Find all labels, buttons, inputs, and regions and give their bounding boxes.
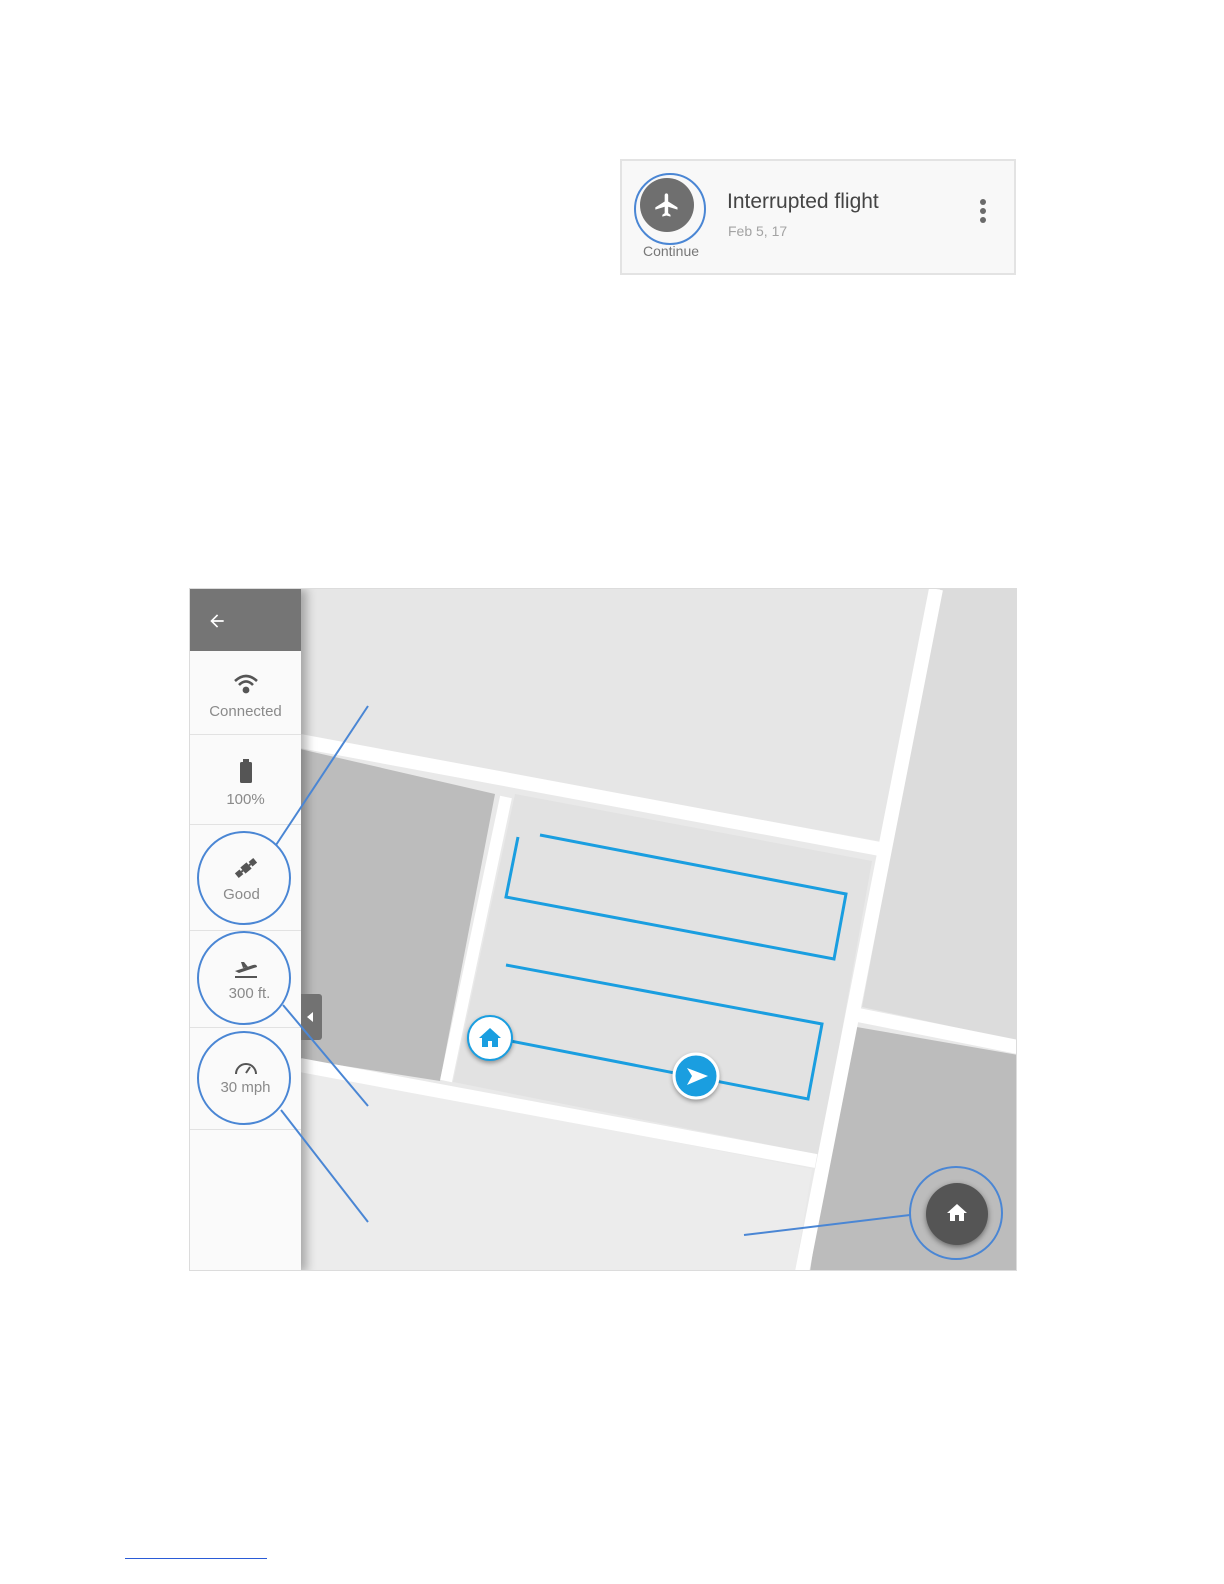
telemetry-sidebar: Connected 100% Good 300 ft. 30 mph	[190, 589, 301, 1270]
chevron-left-icon	[307, 1012, 313, 1022]
home-icon	[947, 1204, 967, 1221]
footnote-rule	[125, 1558, 267, 1559]
more-vert-icon[interactable]	[976, 199, 990, 229]
speedometer-icon	[190, 1060, 301, 1076]
satellite-icon	[190, 855, 301, 881]
wifi-icon	[190, 673, 301, 695]
back-button[interactable]	[190, 589, 301, 651]
collapse-sidebar-button[interactable]	[301, 994, 322, 1040]
flight-map-screen: Connected 100% Good 300 ft. 30 mph	[189, 588, 1017, 1271]
continue-flight-button[interactable]	[640, 178, 694, 232]
airplane-icon	[655, 193, 678, 217]
altitude-status: 300 ft.	[190, 931, 301, 1028]
flight-title: Interrupted flight	[727, 190, 879, 213]
back-arrow-icon	[210, 614, 224, 628]
battery-status: 100%	[190, 735, 301, 825]
flight-date: Feb 5, 17	[728, 223, 788, 239]
gps-label: Good	[223, 886, 260, 903]
map-canvas[interactable]	[190, 589, 1017, 1271]
battery-label: 100%	[226, 791, 265, 808]
altitude-label: 300 ft.	[228, 985, 271, 1002]
speed-status: 30 mph	[190, 1028, 301, 1130]
home-marker[interactable]	[467, 1015, 513, 1061]
takeoff-icon	[190, 959, 301, 979]
speed-label: 30 mph	[220, 1079, 271, 1096]
continue-label: Continue	[642, 243, 700, 259]
battery-icon	[190, 759, 301, 783]
connection-label: Connected	[209, 703, 282, 720]
interrupted-flight-card[interactable]: Continue Interrupted flight Feb 5, 17	[620, 159, 1016, 275]
drone-position-marker[interactable]	[672, 1052, 720, 1100]
return-home-button[interactable]	[926, 1183, 988, 1245]
connection-status: Connected	[190, 651, 301, 735]
gps-status: Good	[190, 825, 301, 931]
